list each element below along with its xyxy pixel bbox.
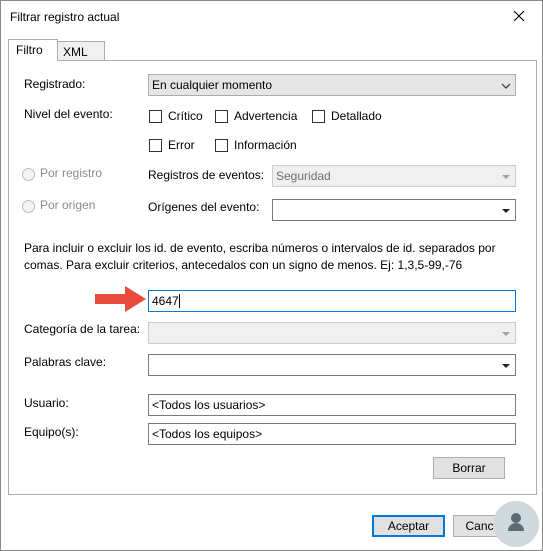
by-log-radio[interactable] bbox=[22, 168, 35, 181]
logged-dropdown[interactable]: En cualquier momento bbox=[148, 74, 516, 96]
warning-checkbox[interactable] bbox=[215, 110, 228, 123]
event-sources-dropdown[interactable] bbox=[272, 199, 516, 221]
chevron-down-icon bbox=[502, 364, 510, 368]
keywords-dropdown[interactable] bbox=[148, 354, 516, 376]
logged-label: Registrado: bbox=[24, 77, 86, 91]
help-line-1: Para incluir o excluir los id. de evento… bbox=[24, 241, 496, 255]
information-label: Información bbox=[234, 138, 297, 152]
tab-xml-label: XML bbox=[63, 45, 88, 59]
user-label: Usuario: bbox=[24, 396, 69, 410]
annotation-arrow-icon bbox=[95, 286, 146, 312]
error-label: Error bbox=[168, 138, 195, 152]
computer-value: <Todos los equipos> bbox=[152, 427, 263, 441]
computer-input[interactable]: <Todos los equipos> bbox=[148, 423, 516, 445]
help-line-2: comas. Para excluir criterios, antecedal… bbox=[24, 258, 463, 272]
by-source-radio[interactable] bbox=[22, 200, 35, 213]
event-logs-label: Registros de eventos: bbox=[148, 168, 265, 182]
watermark-logo bbox=[493, 501, 539, 547]
information-checkbox[interactable] bbox=[215, 139, 228, 152]
user-value: <Todos los usuarios> bbox=[152, 398, 266, 412]
watermark-icon bbox=[494, 502, 538, 546]
dialog-window: Filtrar registro actual Filtro XML Regis… bbox=[0, 0, 543, 551]
event-logs-value: Seguridad bbox=[276, 169, 331, 183]
by-log-label: Por registro bbox=[40, 166, 103, 180]
chevron-down-icon bbox=[501, 83, 511, 89]
keywords-label: Palabras clave: bbox=[24, 355, 107, 369]
verbose-checkbox[interactable] bbox=[312, 110, 325, 123]
ok-button[interactable]: Aceptar bbox=[372, 515, 445, 537]
tab-filter[interactable]: Filtro bbox=[8, 39, 58, 61]
filter-panel: Registrado: En cualquier momento Nivel d… bbox=[8, 60, 537, 495]
title-bar: Filtrar registro actual bbox=[1, 1, 542, 33]
by-source-label: Por origen bbox=[40, 198, 96, 212]
task-category-label: Categoría de la tarea: bbox=[24, 322, 141, 336]
window-title: Filtrar registro actual bbox=[10, 10, 120, 24]
critical-checkbox[interactable] bbox=[149, 110, 162, 123]
event-sources-label: Orígenes del evento: bbox=[148, 200, 260, 214]
logged-value: En cualquier momento bbox=[152, 78, 273, 92]
chevron-down-icon bbox=[502, 332, 510, 336]
event-ids-input[interactable]: 4647 bbox=[148, 290, 516, 312]
error-checkbox[interactable] bbox=[149, 139, 162, 152]
clear-button[interactable]: Borrar bbox=[433, 457, 505, 479]
close-icon bbox=[513, 10, 525, 22]
chevron-down-icon bbox=[502, 209, 510, 213]
chevron-down-icon bbox=[502, 175, 510, 179]
event-logs-dropdown[interactable]: Seguridad bbox=[272, 165, 516, 187]
tab-filter-label: Filtro bbox=[16, 43, 43, 57]
warning-label: Advertencia bbox=[234, 109, 298, 123]
verbose-label: Detallado bbox=[331, 109, 382, 123]
tab-xml[interactable]: XML bbox=[55, 41, 105, 60]
event-id-help-text: Para incluir o excluir los id. de evento… bbox=[24, 240, 496, 274]
event-ids-value: 4647 bbox=[152, 294, 179, 308]
close-button[interactable] bbox=[496, 1, 542, 31]
critical-label: Crítico bbox=[168, 109, 203, 123]
task-category-dropdown[interactable] bbox=[148, 322, 516, 344]
text-cursor bbox=[179, 294, 180, 308]
computer-label: Equipo(s): bbox=[24, 425, 79, 439]
event-level-label: Nivel del evento: bbox=[24, 107, 113, 121]
user-input[interactable]: <Todos los usuarios> bbox=[148, 394, 516, 416]
